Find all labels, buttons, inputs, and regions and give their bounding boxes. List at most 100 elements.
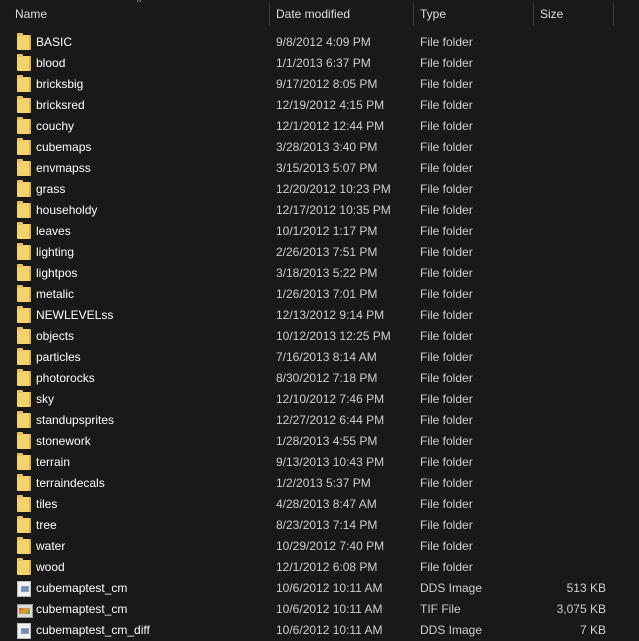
file-type: File folder [420, 56, 473, 70]
file-name: terrain [36, 455, 71, 469]
folder-icon [17, 138, 31, 155]
file-size [540, 305, 606, 326]
file-list-item[interactable]: wood 12/1/2012 6:08 PM File folder [0, 557, 639, 578]
date-modified: 12/1/2012 12:44 PM [276, 119, 385, 133]
column-resize-handle[interactable] [269, 2, 270, 26]
file-size [540, 179, 606, 200]
file-name: bricksred [36, 98, 85, 112]
file-type: File folder [420, 119, 473, 133]
file-type: File folder [420, 539, 473, 553]
file-name: tiles [36, 497, 58, 511]
file-list-item[interactable]: bricksred 12/19/2012 4:15 PM File folder [0, 95, 639, 116]
date-modified: 12/19/2012 4:15 PM [276, 98, 385, 112]
file-name: water [36, 539, 66, 553]
folder-icon [17, 537, 31, 554]
file-name: grass [36, 182, 66, 196]
folder-icon [17, 96, 31, 113]
file-list-item[interactable]: leaves 10/1/2012 1:17 PM File folder [0, 221, 639, 242]
file-size [540, 74, 606, 95]
file-list-item[interactable]: grass 12/20/2012 10:23 PM File folder [0, 179, 639, 200]
file-list-item[interactable]: cubemaps 3/28/2013 3:40 PM File folder [0, 137, 639, 158]
file-list-item[interactable]: couchy 12/1/2012 12:44 PM File folder [0, 116, 639, 137]
file-list-item[interactable]: cubemaptest_cm 10/6/2012 10:11 AM DDS Imag… [0, 578, 639, 599]
folder-icon [17, 327, 31, 344]
folder-icon [17, 432, 31, 449]
date-modified: 9/17/2012 8:05 PM [276, 77, 378, 91]
folder-icon [17, 33, 31, 50]
file-size [540, 326, 606, 347]
file-size [540, 389, 606, 410]
column-resize-handle[interactable] [533, 2, 534, 26]
file-list-item[interactable]: cubemaptest_cm 10/6/2012 10:11 AM TIF File… [0, 599, 639, 620]
file-type: File folder [420, 476, 473, 490]
file-list-item[interactable]: lightpos 3/18/2013 5:22 PM File folder [0, 263, 639, 284]
file-type: File folder [420, 455, 473, 469]
file-size [540, 515, 606, 536]
column-header-name[interactable]: Name [15, 0, 47, 28]
file-type: DDS Image [420, 581, 483, 595]
dds-file-icon [17, 623, 31, 639]
column-header-date-modified[interactable]: Date modified [276, 0, 350, 28]
file-list-item[interactable]: NEWLEVELss 12/13/2012 9:14 PM File folder [0, 305, 639, 326]
file-size [540, 158, 606, 179]
column-header-size[interactable]: Size [540, 0, 563, 28]
tif-image-icon [17, 604, 33, 618]
file-type: File folder [420, 161, 473, 175]
file-list-item[interactable]: bricksbig 9/17/2012 8:05 PM File folder [0, 74, 639, 95]
date-modified: 12/17/2012 10:35 PM [276, 203, 391, 217]
file-type: File folder [420, 287, 473, 301]
file-size [540, 137, 606, 158]
date-modified: 1/1/2013 6:37 PM [276, 56, 371, 70]
date-modified: 3/18/2013 5:22 PM [276, 266, 378, 280]
file-list-item[interactable]: terraindecals 1/2/2013 5:37 PM File folder [0, 473, 639, 494]
file-size [540, 431, 606, 452]
file-type: File folder [420, 413, 473, 427]
column-header-type[interactable]: Type [420, 0, 446, 28]
file-size [540, 221, 606, 242]
file-name: sky [36, 392, 54, 406]
file-name: metalic [36, 287, 75, 301]
file-size [540, 95, 606, 116]
folder-icon [17, 180, 31, 197]
file-name: lightpos [36, 266, 78, 280]
file-list-item[interactable]: envmapss 3/15/2013 5:07 PM File folder [0, 158, 639, 179]
date-modified: 10/6/2012 10:11 AM [276, 581, 383, 595]
file-type: File folder [420, 308, 473, 322]
file-name: objects [36, 329, 75, 343]
date-modified: 10/1/2012 1:17 PM [276, 224, 378, 238]
folder-icon [17, 117, 31, 134]
file-list-item[interactable]: metalic 1/26/2013 7:01 PM File folder [0, 284, 639, 305]
file-list-item[interactable]: objects 10/12/2013 12:25 PM File folder [0, 326, 639, 347]
file-size [540, 557, 606, 578]
file-list-item[interactable]: householdy 12/17/2012 10:35 PM File folder [0, 200, 639, 221]
folder-icon [17, 516, 31, 533]
file-name: envmapss [36, 161, 91, 175]
date-modified: 2/26/2013 7:51 PM [276, 245, 378, 259]
file-list-item[interactable]: terrain 9/13/2013 10:43 PM File folder [0, 452, 639, 473]
file-size [540, 452, 606, 473]
file-list-item[interactable]: tree 8/23/2013 7:14 PM File folder [0, 515, 639, 536]
dds-file-icon [17, 581, 31, 597]
folder-icon [17, 306, 31, 323]
column-resize-handle[interactable] [613, 2, 614, 26]
file-list-item[interactable]: stonework 1/28/2013 4:55 PM File folder [0, 431, 639, 452]
file-list-item[interactable]: photorocks 8/30/2012 7:18 PM File folder [0, 368, 639, 389]
file-list-item[interactable]: sky 12/10/2012 7:46 PM File folder [0, 389, 639, 410]
file-list-item[interactable]: lighting 2/26/2013 7:51 PM File folder [0, 242, 639, 263]
date-modified: 12/1/2012 6:08 PM [276, 560, 378, 574]
date-modified: 10/29/2012 7:40 PM [276, 539, 385, 553]
file-list-item[interactable]: water 10/29/2012 7:40 PM File folder [0, 536, 639, 557]
file-name: blood [36, 56, 66, 70]
file-type: File folder [420, 266, 473, 280]
date-modified: 9/8/2012 4:09 PM [276, 35, 371, 49]
file-list-item[interactable]: tiles 4/28/2013 8:47 AM File folder [0, 494, 639, 515]
file-list-item[interactable]: standupsprites 12/27/2012 6:44 PM File fol… [0, 410, 639, 431]
file-list-item[interactable]: particles 7/16/2013 8:14 AM File folder [0, 347, 639, 368]
file-list-item[interactable]: blood 1/1/2013 6:37 PM File folder [0, 53, 639, 74]
file-name: particles [36, 350, 81, 364]
folder-icon [17, 285, 31, 302]
folder-icon [17, 369, 31, 386]
file-size [540, 200, 606, 221]
column-resize-handle[interactable] [413, 2, 414, 26]
file-list-item[interactable]: BASIC 9/8/2012 4:09 PM File folder [0, 32, 639, 53]
